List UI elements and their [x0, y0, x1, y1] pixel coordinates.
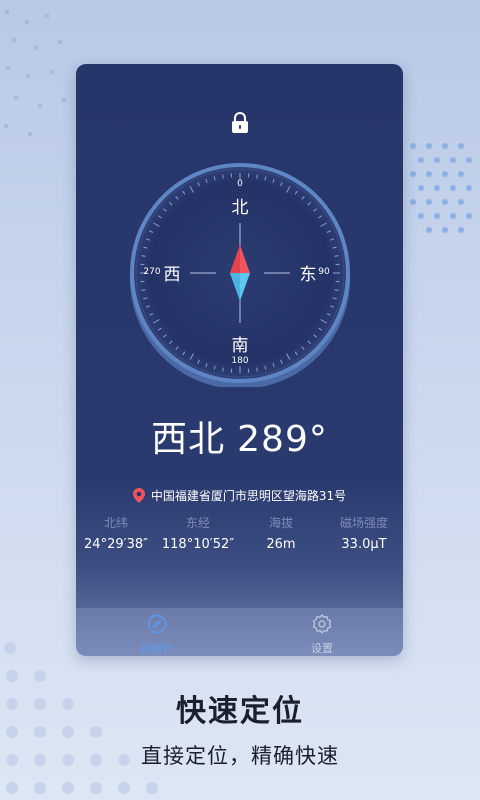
compass-tick	[222, 174, 224, 179]
heading-direction: 西北	[151, 419, 226, 460]
dir-label-west: 西	[163, 265, 181, 285]
stat-label: 北纬	[103, 516, 128, 530]
compass-tick	[141, 255, 146, 257]
location-row: 中国福建省厦门市思明区望海路31号	[76, 487, 403, 504]
tab-settings-label: 设置	[311, 642, 333, 655]
compass-dial: 0 90 180 270 北 东 南 西	[126, 159, 354, 389]
dir-label-south: 南	[231, 336, 249, 356]
compass-icon	[147, 614, 167, 634]
stat-value: 33.0μT	[341, 537, 387, 552]
tick-label-north: 0	[237, 179, 243, 189]
compass-tick	[334, 289, 339, 291]
compass-tick	[334, 255, 339, 257]
stat-value: 118°10′52″	[161, 537, 235, 552]
stat-altitude: 海拔 26m	[236, 514, 326, 552]
compass-tick	[256, 367, 258, 372]
stat-label: 东经	[185, 516, 210, 530]
heading-readout: 西北 289°	[76, 410, 403, 462]
stat-label: 磁场强度	[339, 516, 388, 530]
promo-title: 快速定位	[176, 694, 304, 729]
tab-settings[interactable]: 设置	[282, 614, 362, 656]
gear-icon	[312, 614, 332, 634]
lock-icon[interactable]	[230, 112, 250, 134]
tab-compass[interactable]: 指南针	[117, 614, 197, 656]
stat-longitude: 东经 118°10′52″	[153, 514, 243, 552]
stat-value: 26m	[266, 537, 296, 552]
stat-latitude: 北纬 24°29′38″	[76, 514, 161, 552]
stat-value: 24°29′38″	[84, 537, 148, 552]
compass-tick	[222, 367, 224, 372]
compass-tick	[141, 289, 146, 291]
compass-tick	[256, 174, 258, 179]
tab-compass-label: 指南针	[140, 642, 174, 655]
dir-label-east: 东	[299, 265, 317, 285]
bottom-tab-bar: 指南针 设置	[76, 608, 403, 656]
location-address: 中国福建省厦门市思明区望海路31号	[150, 489, 347, 503]
phone-screen: 0 90 180 270 北 东 南 西 西北 289° 中国福建省厦门市思明区望…	[76, 64, 403, 656]
stat-label: 海拔	[268, 516, 293, 530]
promo-subtitle: 直接定位，精确快速	[141, 744, 339, 768]
heading-degrees: 289°	[237, 419, 328, 460]
dir-label-north: 北	[231, 198, 249, 218]
stat-magnetic-field: 磁场强度 33.0μT	[319, 514, 403, 552]
location-pin-icon	[132, 488, 145, 503]
tick-label-south: 180	[231, 356, 249, 366]
decor-dots-right	[410, 143, 472, 233]
